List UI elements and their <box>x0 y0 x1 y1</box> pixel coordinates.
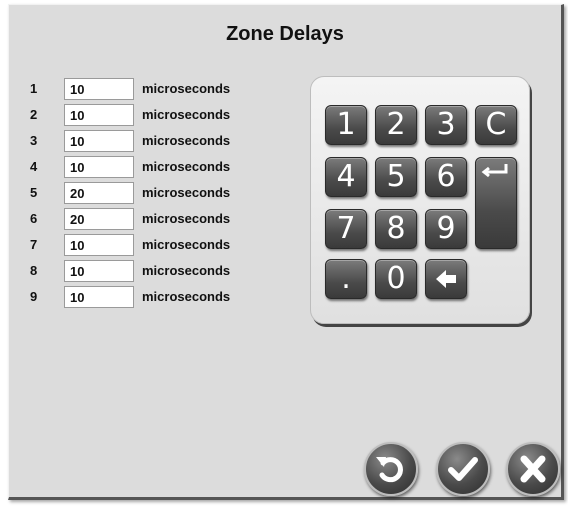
zone-label: 2 <box>30 107 38 122</box>
zone-unit: microseconds <box>142 263 231 278</box>
key-backspace[interactable] <box>425 259 467 299</box>
key-3[interactable]: 3 <box>425 105 467 145</box>
zone-unit: microseconds <box>142 133 231 148</box>
zone-unit: microseconds <box>142 211 231 226</box>
key-2[interactable]: 2 <box>375 105 417 145</box>
key-7[interactable]: 7 <box>325 209 367 249</box>
dialog-title: Zone Delays <box>226 23 344 45</box>
zone-delay-input-4[interactable]: 10 <box>64 156 134 178</box>
zone-delay-input-8[interactable]: 10 <box>64 260 134 282</box>
zone-label: 9 <box>30 289 38 304</box>
zone-delay-input-3[interactable]: 10 <box>64 130 134 152</box>
zone-unit: microseconds <box>142 81 231 96</box>
zone-label: 5 <box>30 185 38 200</box>
key-enter[interactable] <box>475 157 517 249</box>
zone-unit: microseconds <box>142 107 231 122</box>
zone-label: 3 <box>30 133 38 148</box>
numeric-keypad: 1 2 3 C 4 5 6 7 8 9 . 0 <box>310 76 530 324</box>
ok-button[interactable] <box>436 442 490 496</box>
zone-delay-input-2[interactable]: 10 <box>64 104 134 126</box>
key-8[interactable]: 8 <box>375 209 417 249</box>
arrow-left-icon <box>426 260 466 298</box>
cancel-button[interactable] <box>506 442 560 496</box>
zone-delay-input-7[interactable]: 10 <box>64 234 134 256</box>
zone-delay-input-9[interactable]: 10 <box>64 286 134 308</box>
key-clear[interactable]: C <box>475 105 517 145</box>
zone-label: 6 <box>30 211 38 226</box>
zone-unit: microseconds <box>142 185 231 200</box>
key-9[interactable]: 9 <box>425 209 467 249</box>
enter-icon <box>476 158 516 182</box>
key-5[interactable]: 5 <box>375 157 417 197</box>
zone-unit: microseconds <box>142 289 231 304</box>
reset-button[interactable] <box>364 442 418 496</box>
key-0[interactable]: 0 <box>375 259 417 299</box>
key-1[interactable]: 1 <box>325 105 367 145</box>
key-4[interactable]: 4 <box>325 157 367 197</box>
zone-unit: microseconds <box>142 237 231 252</box>
key-6[interactable]: 6 <box>425 157 467 197</box>
zone-label: 4 <box>30 159 38 174</box>
zone-delay-input-6[interactable]: 20 <box>64 208 134 230</box>
zone-label: 1 <box>30 81 38 96</box>
zone-unit: microseconds <box>142 159 231 174</box>
zone-label: 7 <box>30 237 38 252</box>
zone-delay-input-5[interactable]: 20 <box>64 182 134 204</box>
key-decimal[interactable]: . <box>325 259 367 299</box>
zone-label: 8 <box>30 263 38 278</box>
zone-delay-input-1[interactable]: 10 <box>64 78 134 100</box>
